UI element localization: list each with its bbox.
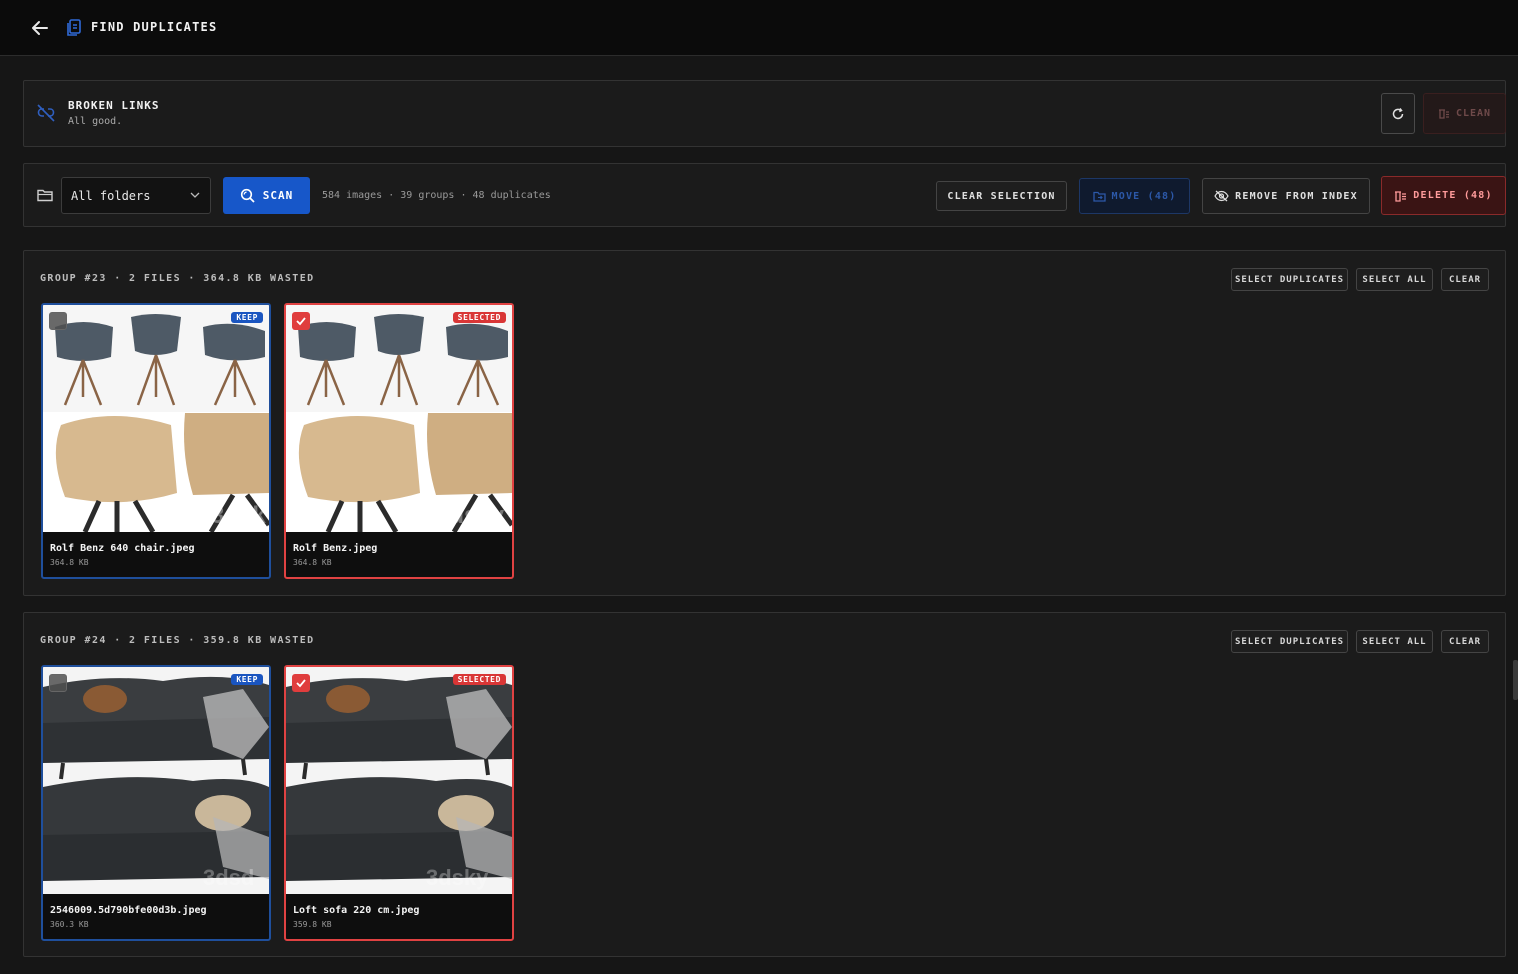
file-size: 364.8 KB (293, 558, 332, 567)
svg-text:3dsky: 3dsky (436, 502, 505, 529)
sofa-image: 3dsd (43, 667, 269, 894)
move-label: MOVE (48) (1111, 190, 1177, 202)
file-size: 364.8 KB (50, 558, 89, 567)
image-card[interactable]: 3dsd KEEP 2546009.5d790bfe00d3b.jpeg 360… (41, 665, 271, 941)
svg-text:3dsky: 3dsky (426, 865, 489, 890)
folder-select-value: All folders (71, 188, 151, 203)
arrow-left-icon (32, 21, 48, 35)
selection-checkbox[interactable] (49, 674, 67, 692)
file-size: 359.8 KB (293, 920, 332, 929)
chair-image: 3dsky (43, 305, 269, 532)
group-title: GROUP #24 · 2 FILES · 359.8 KB WASTED (40, 635, 315, 646)
folder-icon (37, 189, 53, 202)
folder-select[interactable]: All folders (61, 177, 211, 214)
duplicate-files-icon (67, 19, 81, 36)
select-all-button[interactable]: SELECT ALL (1356, 268, 1433, 291)
sofa-image: 3dsky (286, 667, 512, 894)
broken-links-panel: BROKEN LINKS All good. CLEAN (23, 80, 1506, 147)
delete-label: DELETE (48) (1413, 190, 1493, 201)
delete-icon (1395, 190, 1407, 202)
move-button[interactable]: MOVE (48) (1079, 178, 1190, 214)
back-button[interactable] (28, 16, 52, 40)
group-title: GROUP #23 · 2 FILES · 364.8 KB WASTED (40, 273, 315, 284)
scan-stats: 584 images · 39 groups · 48 duplicates (322, 190, 551, 201)
scrollbar-thumb[interactable] (1513, 660, 1518, 700)
image-card[interactable]: 3dsky KEEP Rolf Benz 640 chair.jpeg 364.… (41, 303, 271, 579)
refresh-button[interactable] (1381, 93, 1415, 134)
selection-checkbox[interactable] (292, 674, 310, 692)
image-thumbnail: 3dsky (286, 305, 512, 532)
broken-links-title: BROKEN LINKS (68, 99, 160, 112)
delete-button[interactable]: DELETE (48) (1381, 176, 1506, 215)
page-title: FIND DUPLICATES (91, 20, 218, 34)
chair-image: 3dsky (286, 305, 512, 532)
svg-text:3dsky: 3dsky (211, 502, 269, 529)
scan-icon (240, 188, 255, 203)
scan-label: SCAN (262, 189, 294, 202)
broken-links-status: All good. (68, 116, 123, 127)
image-thumbnail: 3dsky (43, 305, 269, 532)
clear-selection-button[interactable]: CLEAR SELECTION (936, 181, 1067, 211)
file-name: Rolf Benz 640 chair.jpeg (50, 543, 195, 554)
keep-badge: KEEP (231, 674, 263, 685)
file-name: Loft sofa 220 cm.jpeg (293, 905, 420, 916)
file-name: Rolf Benz.jpeg (293, 543, 378, 554)
svg-text:3dsd: 3dsd (203, 865, 254, 890)
clean-icon (1438, 108, 1449, 119)
select-duplicates-button[interactable]: SELECT DUPLICATES (1231, 630, 1348, 653)
remove-from-index-button[interactable]: REMOVE FROM INDEX (1202, 178, 1370, 214)
eye-off-icon (1214, 190, 1229, 202)
file-name: 2546009.5d790bfe00d3b.jpeg (50, 905, 207, 916)
select-duplicates-button[interactable]: SELECT DUPLICATES (1231, 268, 1348, 291)
scan-button[interactable]: SCAN (223, 177, 310, 214)
remove-from-index-label: REMOVE FROM INDEX (1235, 190, 1358, 202)
clean-label: CLEAN (1455, 108, 1492, 119)
clear-button[interactable]: CLEAR (1441, 630, 1489, 653)
image-thumbnail: 3dsd (43, 667, 269, 894)
top-bar: FIND DUPLICATES (0, 0, 1518, 56)
duplicate-group: GROUP #24 · 2 FILES · 359.8 KB WASTED SE… (23, 612, 1506, 957)
checkmark-icon (296, 679, 306, 688)
chevron-down-icon (190, 192, 200, 198)
duplicate-group: GROUP #23 · 2 FILES · 364.8 KB WASTED SE… (23, 250, 1506, 596)
file-size: 360.3 KB (50, 920, 89, 929)
clean-button[interactable]: CLEAN (1423, 93, 1506, 134)
keep-badge: KEEP (231, 312, 263, 323)
broken-link-icon (37, 104, 55, 122)
checkmark-icon (296, 317, 306, 326)
image-card[interactable]: 3dsky SELECTED Rolf Benz.jpeg 364.8 KB (284, 303, 514, 579)
folder-move-icon (1092, 191, 1106, 202)
clear-button[interactable]: CLEAR (1441, 268, 1489, 291)
selection-checkbox[interactable] (49, 312, 67, 330)
selected-badge: SELECTED (452, 674, 506, 685)
scan-toolbar: All folders SCAN 584 images · 39 groups … (23, 163, 1506, 227)
refresh-icon (1392, 107, 1404, 119)
image-card[interactable]: 3dsky SELECTED Loft sofa 220 cm.jpeg 359… (284, 665, 514, 941)
image-thumbnail: 3dsky (286, 667, 512, 894)
select-all-button[interactable]: SELECT ALL (1356, 630, 1433, 653)
selection-checkbox[interactable] (292, 312, 310, 330)
selected-badge: SELECTED (452, 312, 506, 323)
clear-selection-label: CLEAR SELECTION (947, 190, 1056, 202)
